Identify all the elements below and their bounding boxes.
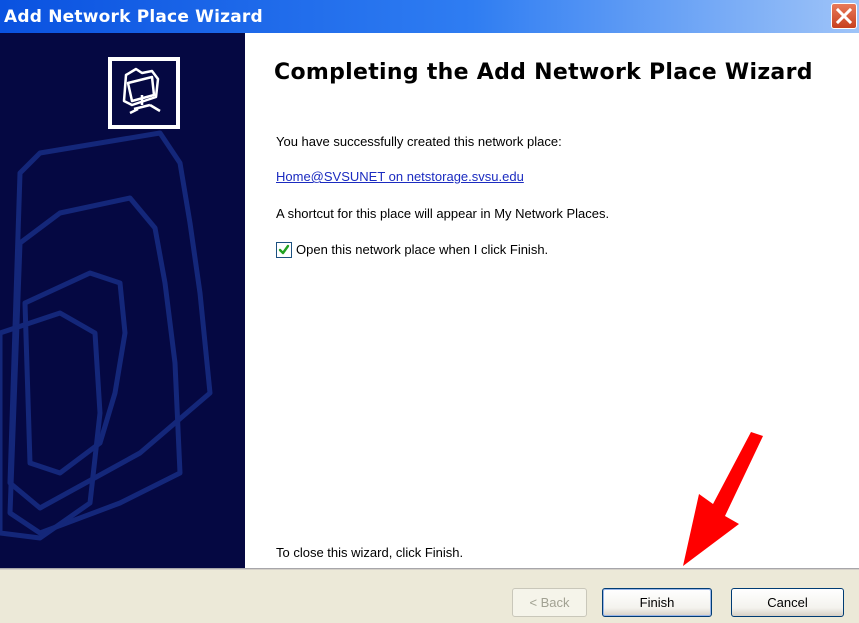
back-button[interactable]: < Back: [512, 588, 587, 617]
button-bar: < Back Finish Cancel: [0, 570, 859, 623]
open-place-checkbox[interactable]: [276, 242, 292, 258]
close-instruction: To close this wizard, click Finish.: [276, 545, 464, 560]
cancel-button[interactable]: Cancel: [731, 588, 844, 617]
window-title: Add Network Place Wizard: [4, 7, 263, 27]
open-place-checkbox-label[interactable]: Open this network place when I click Fin…: [296, 242, 548, 257]
shortcut-message: A shortcut for this place will appear in…: [276, 206, 610, 221]
finish-button[interactable]: Finish: [602, 588, 712, 617]
red-arrow-icon: [683, 432, 763, 566]
success-message: You have successfully created this netwo…: [276, 134, 562, 149]
wizard-heading: Completing the Add Network Place Wizard: [274, 60, 813, 85]
checkmark-icon: [278, 244, 290, 255]
network-place-link[interactable]: Home@SVSUNET on netstorage.svsu.edu: [276, 169, 524, 184]
network-folder-icon: [108, 57, 180, 129]
wizard-side-panel: [0, 33, 245, 568]
close-icon: [835, 7, 853, 25]
close-button[interactable]: [831, 3, 857, 29]
title-bar: Add Network Place Wizard: [0, 0, 859, 33]
